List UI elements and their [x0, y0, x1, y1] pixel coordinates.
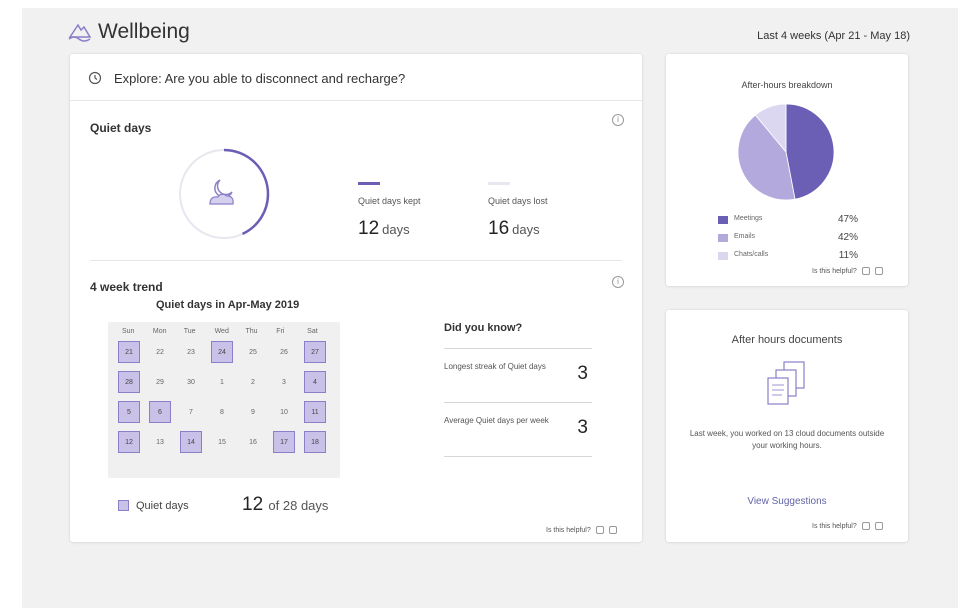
moon-cloud-icon: [209, 179, 234, 205]
date-range: Last 4 weeks (Apr 21 - May 18): [757, 30, 910, 42]
after-hours-card: After-hours breakdown Meetings 47% Email…: [666, 54, 908, 286]
pie-slice-meetings: [785, 103, 835, 200]
after-hours-pie: [737, 103, 835, 201]
calendar-day: 8: [211, 401, 233, 423]
thumbs-up-icon[interactable]: [861, 522, 870, 530]
lost-indicator: [488, 182, 510, 185]
quiet-days-ring: [178, 148, 270, 240]
quiet-days-legend-swatch: [118, 500, 129, 511]
legend-swatch: [718, 216, 728, 224]
explore-prompt: Explore: Are you able to disconnect and …: [114, 71, 406, 86]
calendar-day: 23: [180, 341, 202, 363]
quiet-days-title: Quiet days: [90, 121, 152, 135]
calendar-day: 30: [180, 371, 202, 393]
calendar-day: 2: [242, 371, 264, 393]
weekday-label: Wed: [214, 328, 229, 335]
legend-item-emails: Emails 42%: [718, 232, 858, 246]
legend-item-meetings: Meetings 47%: [718, 214, 858, 228]
calendar-day: 7: [180, 401, 202, 423]
weekday-label: Sun: [122, 328, 135, 335]
documents-icon: [767, 361, 805, 405]
feedback-prompt: Is this helpful?: [812, 522, 883, 530]
trend-title: 4 week trend: [90, 280, 163, 294]
divider: [444, 456, 592, 457]
view-suggestions-link[interactable]: View Suggestions: [666, 496, 908, 507]
feedback-prompt: Is this helpful?: [812, 267, 883, 275]
calendar-day: 26: [273, 341, 295, 363]
did-you-know-row: Longest streak of Quiet days 3: [444, 348, 592, 402]
did-you-know-row: Average Quiet days per week 3: [444, 402, 592, 456]
thumbs-up-icon[interactable]: [861, 267, 870, 275]
weekday-label: Tue: [183, 328, 196, 335]
lost-value: 16 days: [488, 218, 540, 239]
calendar-day-quiet: 11: [304, 401, 326, 423]
divider: [70, 100, 642, 101]
calendar-day-quiet: 18: [304, 431, 326, 453]
wellbeing-icon: [68, 23, 92, 42]
quiet-days-calendar: Sun Mon Tue Wed Thu Fri Sat 21 22 23 24 25 26 27 28 29…: [108, 322, 340, 478]
divider: [90, 260, 622, 261]
calendar-day: 16: [242, 431, 264, 453]
documents-summary: Last week, you worked on 13 cloud docume…: [689, 429, 885, 450]
calendar-day-quiet: 21: [118, 341, 140, 363]
thumbs-down-icon[interactable]: [608, 526, 617, 534]
calendar-day: 10: [273, 401, 295, 423]
did-you-know-title: Did you know?: [444, 322, 523, 334]
kept-indicator: [358, 182, 380, 185]
quiet-days-count: 12 of 28 days: [242, 494, 329, 515]
calendar-day: 29: [149, 371, 171, 393]
calendar-day-quiet: 4: [304, 371, 326, 393]
calendar-day-quiet: 5: [118, 401, 140, 423]
calendar-day: 1: [211, 371, 233, 393]
weekday-label: Thu: [245, 328, 258, 335]
info-icon[interactable]: i: [612, 276, 624, 288]
legend-swatch: [718, 234, 728, 242]
kept-value: 12 days: [358, 218, 410, 239]
clock-icon: [88, 71, 102, 85]
thumbs-down-icon[interactable]: [874, 522, 883, 530]
calendar-title: Quiet days in Apr-May 2019: [156, 299, 300, 311]
quiet-days-card: Explore: Are you able to disconnect and …: [70, 54, 642, 542]
after-hours-documents-card: After hours documents Last week, you wor…: [666, 310, 908, 542]
calendar-day: 13: [149, 431, 171, 453]
calendar-day: 25: [242, 341, 264, 363]
calendar-day-quiet: 17: [273, 431, 295, 453]
weekday-label: Fri: [276, 328, 285, 335]
calendar-day: 9: [242, 401, 264, 423]
calendar-day: 3: [273, 371, 295, 393]
weekday-label: Sat: [307, 328, 318, 335]
calendar-day-quiet: 28: [118, 371, 140, 393]
page-title: Wellbeing: [98, 20, 190, 43]
quiet-days-legend-label: Quiet days: [136, 500, 189, 512]
legend-item-chats: Chats/calls 11%: [718, 250, 858, 264]
calendar-day-quiet: 14: [180, 431, 202, 453]
after-hours-title: After-hours breakdown: [741, 80, 833, 90]
lost-label: Quiet days lost: [488, 196, 548, 206]
thumbs-down-icon[interactable]: [874, 267, 883, 275]
calendar-day: 15: [211, 431, 233, 453]
documents-title: After hours documents: [731, 334, 843, 346]
info-icon[interactable]: i: [612, 114, 624, 126]
calendar-day-quiet: 6: [149, 401, 171, 423]
calendar-day-quiet: 27: [304, 341, 326, 363]
calendar-day-quiet: 24: [211, 341, 233, 363]
calendar-day: 22: [149, 341, 171, 363]
thumbs-up-icon[interactable]: [595, 526, 604, 534]
legend-swatch: [718, 252, 728, 260]
kept-label: Quiet days kept: [358, 196, 421, 206]
feedback-prompt: Is this helpful?: [546, 526, 617, 534]
weekday-label: Mon: [152, 328, 167, 335]
calendar-day-quiet: 12: [118, 431, 140, 453]
